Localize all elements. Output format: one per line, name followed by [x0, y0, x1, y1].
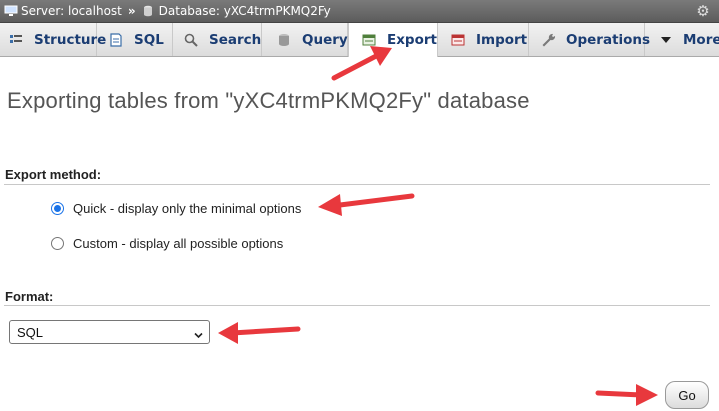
- wrench-icon: [540, 32, 556, 48]
- caret-down-icon: [658, 32, 674, 48]
- sql-icon: [108, 32, 124, 48]
- radio-quick-label: Quick - display only the minimal options: [73, 201, 302, 216]
- import-icon: [450, 32, 466, 48]
- search-icon: [183, 32, 199, 48]
- annotation-arrow-quick: [318, 193, 415, 216]
- tab-sql[interactable]: SQL: [97, 23, 173, 56]
- radio-custom-label: Custom - display all possible options: [73, 236, 284, 251]
- format-select[interactable]: SQL: [9, 320, 210, 344]
- tab-import[interactable]: Import: [438, 23, 529, 56]
- radio-quick[interactable]: Quick - display only the minimal options: [51, 201, 301, 216]
- breadcrumb-server[interactable]: Server: localhost: [0, 4, 122, 18]
- tab-search[interactable]: Search: [173, 23, 262, 56]
- export-method-divider: [4, 184, 710, 185]
- query-icon: [276, 32, 292, 48]
- format-divider: [4, 305, 710, 306]
- server-icon: [4, 5, 18, 17]
- go-button[interactable]: Go: [665, 381, 709, 409]
- breadcrumb: Server: localhost » Database: yXC4trmPKM…: [0, 0, 719, 23]
- format-selected-value: SQL: [17, 324, 44, 340]
- radio-custom[interactable]: Custom - display all possible options: [51, 236, 283, 251]
- radio-quick-button[interactable]: [51, 202, 64, 215]
- export-method-heading: Export method:: [5, 167, 102, 182]
- radio-custom-button[interactable]: [51, 237, 64, 250]
- database-icon: [142, 5, 156, 17]
- page-title: Exporting tables from "yXC4trmPKMQ2Fy" d…: [7, 88, 530, 113]
- breadcrumb-server-label: Server: localhost: [21, 4, 122, 18]
- tab-structure[interactable]: Structure: [0, 23, 106, 56]
- tab-more[interactable]: More: [645, 23, 719, 56]
- format-heading: Format:: [5, 289, 54, 304]
- breadcrumb-database[interactable]: Database: yXC4trmPKMQ2Fy: [142, 4, 331, 18]
- breadcrumb-database-label: Database: yXC4trmPKMQ2Fy: [158, 4, 331, 18]
- chevron-down-icon: [194, 328, 203, 339]
- annotation-arrow-go: [595, 384, 658, 406]
- tab-operations[interactable]: Operations: [529, 23, 650, 56]
- gear-icon[interactable]: ⚙: [695, 3, 711, 19]
- annotation-arrow-export: [331, 46, 392, 81]
- breadcrumb-separator: »: [127, 4, 136, 18]
- structure-icon: [8, 32, 24, 48]
- annotation-arrow-format: [218, 322, 301, 344]
